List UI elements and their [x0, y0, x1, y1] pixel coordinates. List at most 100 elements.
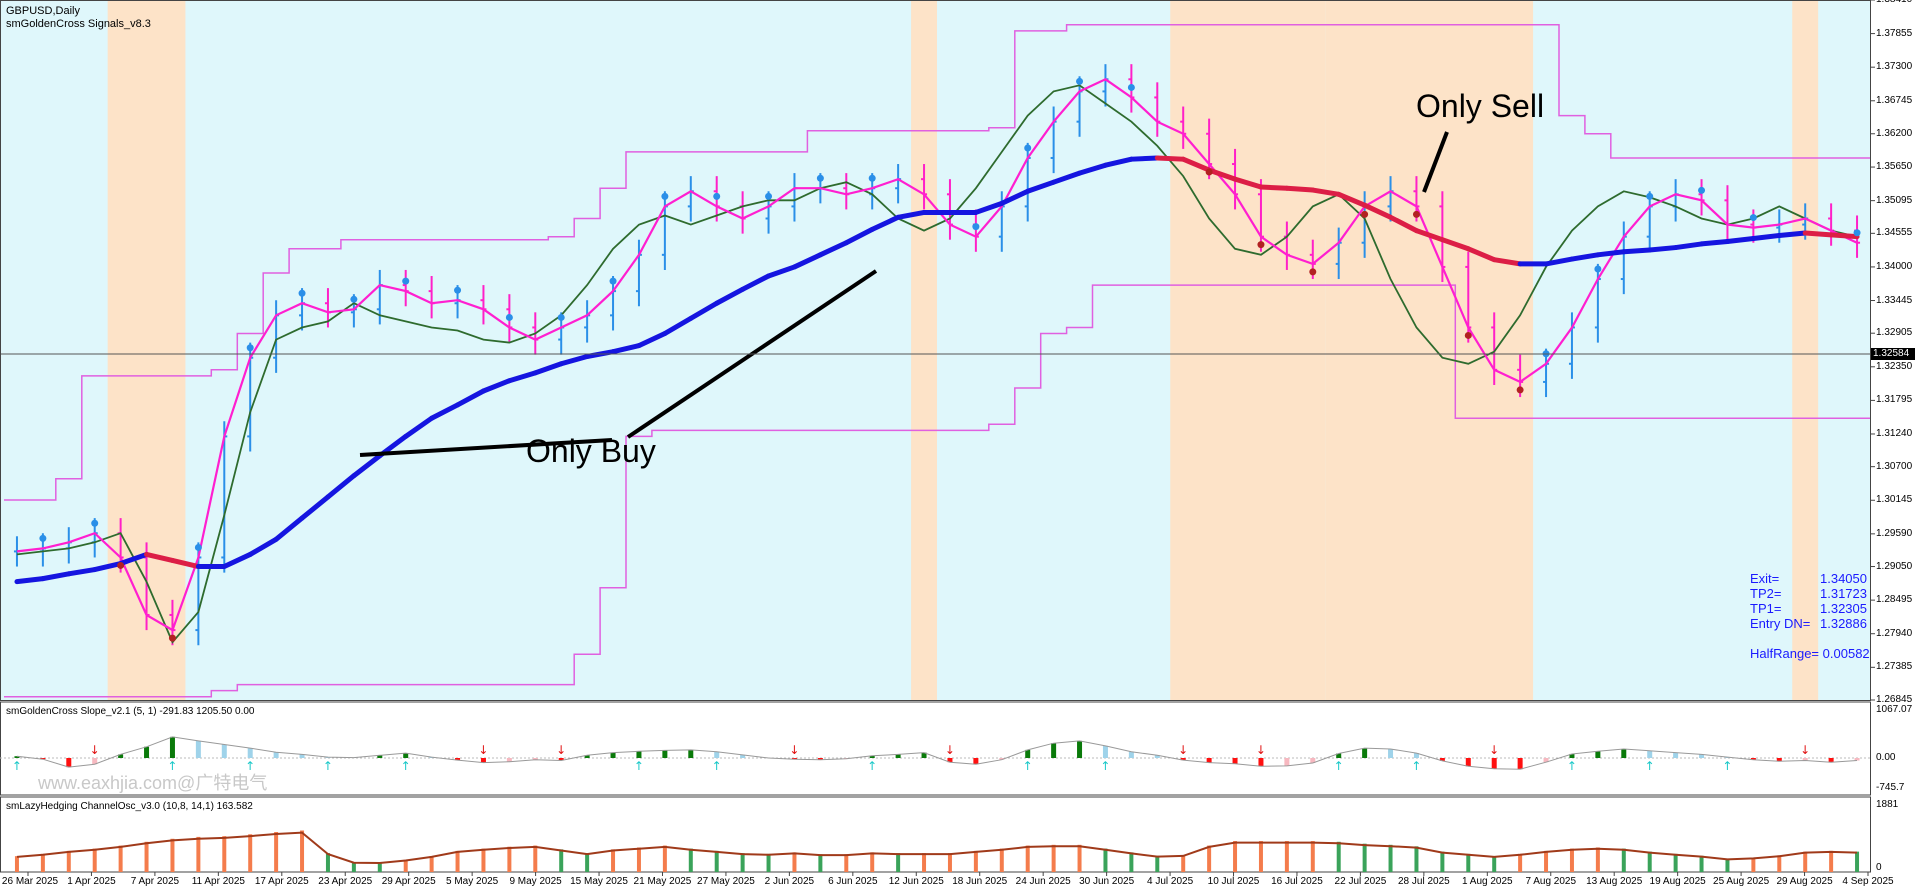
- buy-signal-dot: [91, 519, 99, 527]
- buy-signal-dot: [505, 313, 513, 321]
- y-tick-label: 1.32350: [1876, 360, 1913, 372]
- buy-signal-dot: [454, 286, 462, 294]
- x-tick-label: 22 Jul 2025: [1334, 876, 1387, 887]
- buy-signal-dot: [609, 277, 617, 285]
- slope-axis-zero: 0.00: [1876, 752, 1896, 763]
- buy-signal-dot: [1749, 214, 1757, 222]
- sell-signal-dot: [1257, 241, 1265, 249]
- buy-signal-dot: [350, 295, 358, 303]
- info-panel: Exit= 1.34050 TP2= 1.31723 TP1= 1.32305 …: [1750, 571, 1870, 661]
- y-tick-label: 1.36200: [1876, 127, 1913, 139]
- only-sell-annotation: Only Sell: [1416, 88, 1545, 124]
- osc-panel: [0, 796, 1871, 873]
- x-tick-label: 25 Aug 2025: [1713, 876, 1770, 887]
- buy-signal-dot: [765, 192, 773, 200]
- slope-arrow-up-icon: ↑: [634, 759, 644, 773]
- x-tick-label: 6 Jun 2025: [828, 876, 878, 887]
- x-tick-label: 19 Aug 2025: [1649, 876, 1706, 887]
- sell-signal-dot: [117, 561, 125, 569]
- sell-zone-band: [911, 0, 937, 700]
- buy-signal-dot: [1594, 265, 1602, 273]
- y-tick-label: 1.30700: [1876, 460, 1913, 472]
- x-tick-label: 9 May 2025: [509, 876, 562, 887]
- slope-panel-title: smGoldenCross Slope_v2.1 (5, 1) -291.83 …: [6, 706, 255, 717]
- info-value: 1.32886: [1820, 616, 1867, 631]
- buy-signal-dot: [1024, 144, 1032, 152]
- slope-panel: ↑↓↑ ↑ ↑ ↑↓ ↓↑ ↑↓↑↓↑ ↑↓ ↓↑ ↑↓↑ ↑ ↑↓: [0, 701, 1871, 796]
- y-tick-label: 1.37855: [1876, 27, 1913, 39]
- y-tick-label: 1.34555: [1876, 227, 1913, 239]
- x-tick-label: 21 May 2025: [633, 876, 692, 887]
- ma-slow-segment: [1724, 235, 1756, 245]
- x-tick-label: 10 Jul 2025: [1207, 876, 1260, 887]
- slope-arrow-down-icon: ↓: [789, 743, 799, 757]
- slope-arrow-down-icon: ↓: [945, 743, 955, 757]
- halfrange-key: HalfRange=: [1750, 646, 1820, 661]
- slope-arrow-up-icon: ↑: [1567, 759, 1577, 773]
- buy-signal-dot: [972, 223, 980, 231]
- y-tick-label: 1.27940: [1876, 627, 1913, 639]
- x-tick-label: 30 Jun 2025: [1079, 876, 1135, 887]
- sell-signal-dot: [1205, 168, 1213, 176]
- slope-arrow-down-icon: ↓: [1800, 743, 1810, 757]
- x-tick-label: 5 May 2025: [445, 876, 499, 887]
- x-tick-label: 4 Sep 2025: [1842, 876, 1894, 887]
- x-tick-label: 1 Aug 2025: [1461, 876, 1513, 887]
- y-tick-label: 1.27385: [1876, 661, 1913, 673]
- slope-arrow-down-icon: ↓: [1256, 743, 1266, 757]
- x-tick-label: 29 Apr 2025: [381, 876, 436, 887]
- slope-arrow-down-icon: ↓: [90, 743, 100, 757]
- zone-backgrounds: [0, 0, 1870, 700]
- osc-axis-max: 1881: [1876, 799, 1899, 810]
- only-buy-annotation: Only Buy: [526, 433, 656, 469]
- buy-signal-dot: [713, 192, 721, 200]
- y-tick-label: 1.26845: [1876, 694, 1913, 705]
- x-tick-label: 1 Apr 2025: [67, 876, 116, 887]
- current-price-tag: 1.32584: [1871, 348, 1915, 360]
- info-key: Exit=: [1750, 571, 1780, 586]
- y-tick-label: 1.32905: [1876, 327, 1913, 339]
- y-tick-label: 1.35095: [1876, 194, 1913, 206]
- y-tick-label: 1.31240: [1876, 427, 1913, 439]
- buy-signal-dot: [298, 289, 306, 297]
- ma-slow-segment: [1699, 239, 1730, 247]
- y-tick-label: 1.34000: [1876, 260, 1913, 272]
- y-tick-label: 1.29050: [1876, 560, 1913, 572]
- osc-panel-title: smLazyHedging ChannelOsc_v3.0 (10,8, 14,…: [6, 801, 253, 812]
- y-tick-label: 1.29590: [1876, 527, 1913, 539]
- x-tick-label: 16 Jul 2025: [1271, 876, 1323, 887]
- buy-signal-dot: [246, 344, 254, 352]
- info-key: TP1=: [1750, 601, 1782, 616]
- buy-signal-dot: [816, 174, 824, 182]
- x-tick-label: 27 May 2025: [697, 876, 755, 887]
- info-value: 1.34050: [1820, 571, 1867, 586]
- x-tick-label: 28 Jul 2025: [1398, 876, 1450, 887]
- buy-signal-dot: [1698, 186, 1706, 194]
- slope-arrow-up-icon: ↑: [12, 759, 22, 773]
- sell-signal-dot: [1464, 331, 1472, 339]
- slope-arrow-up-icon: ↑: [1645, 759, 1655, 773]
- buy-signal-dot: [661, 192, 669, 200]
- sell-zone-band: [1170, 0, 1326, 700]
- x-tick-label: 13 Aug 2025: [1586, 876, 1643, 887]
- x-tick-label: 23 Apr 2025: [318, 876, 373, 887]
- buy-signal-dot: [39, 534, 47, 542]
- sell-signal-dot: [1516, 386, 1524, 394]
- slope-arrow-down-icon: ↓: [1489, 743, 1499, 757]
- slope-arrow-up-icon: ↑: [1023, 759, 1033, 773]
- info-value: 1.32305: [1820, 601, 1867, 616]
- sell-signal-dot: [1412, 210, 1420, 218]
- x-tick-label: 4 Jul 2025: [1146, 876, 1194, 887]
- info-row-halfrange: HalfRange= 0.00582: [1750, 646, 1870, 661]
- buy-signal-dot: [1076, 77, 1084, 85]
- watermark: www.eaxhjia.com@广特电气: [38, 773, 268, 793]
- y-tick-label: 1.31795: [1876, 394, 1913, 406]
- sell-signal-dot: [1309, 268, 1317, 276]
- x-tick-label: 12 Jun 2025: [888, 876, 944, 887]
- ma-slow-segment: [1828, 232, 1860, 240]
- y-tick-label: 1.38410: [1876, 0, 1912, 5]
- x-tick-label: 17 Apr 2025: [254, 876, 309, 887]
- y-tick-label: 1.33445: [1876, 294, 1913, 306]
- ma-slow-segment: [14, 576, 46, 585]
- ma-slow-segment: [1258, 184, 1290, 191]
